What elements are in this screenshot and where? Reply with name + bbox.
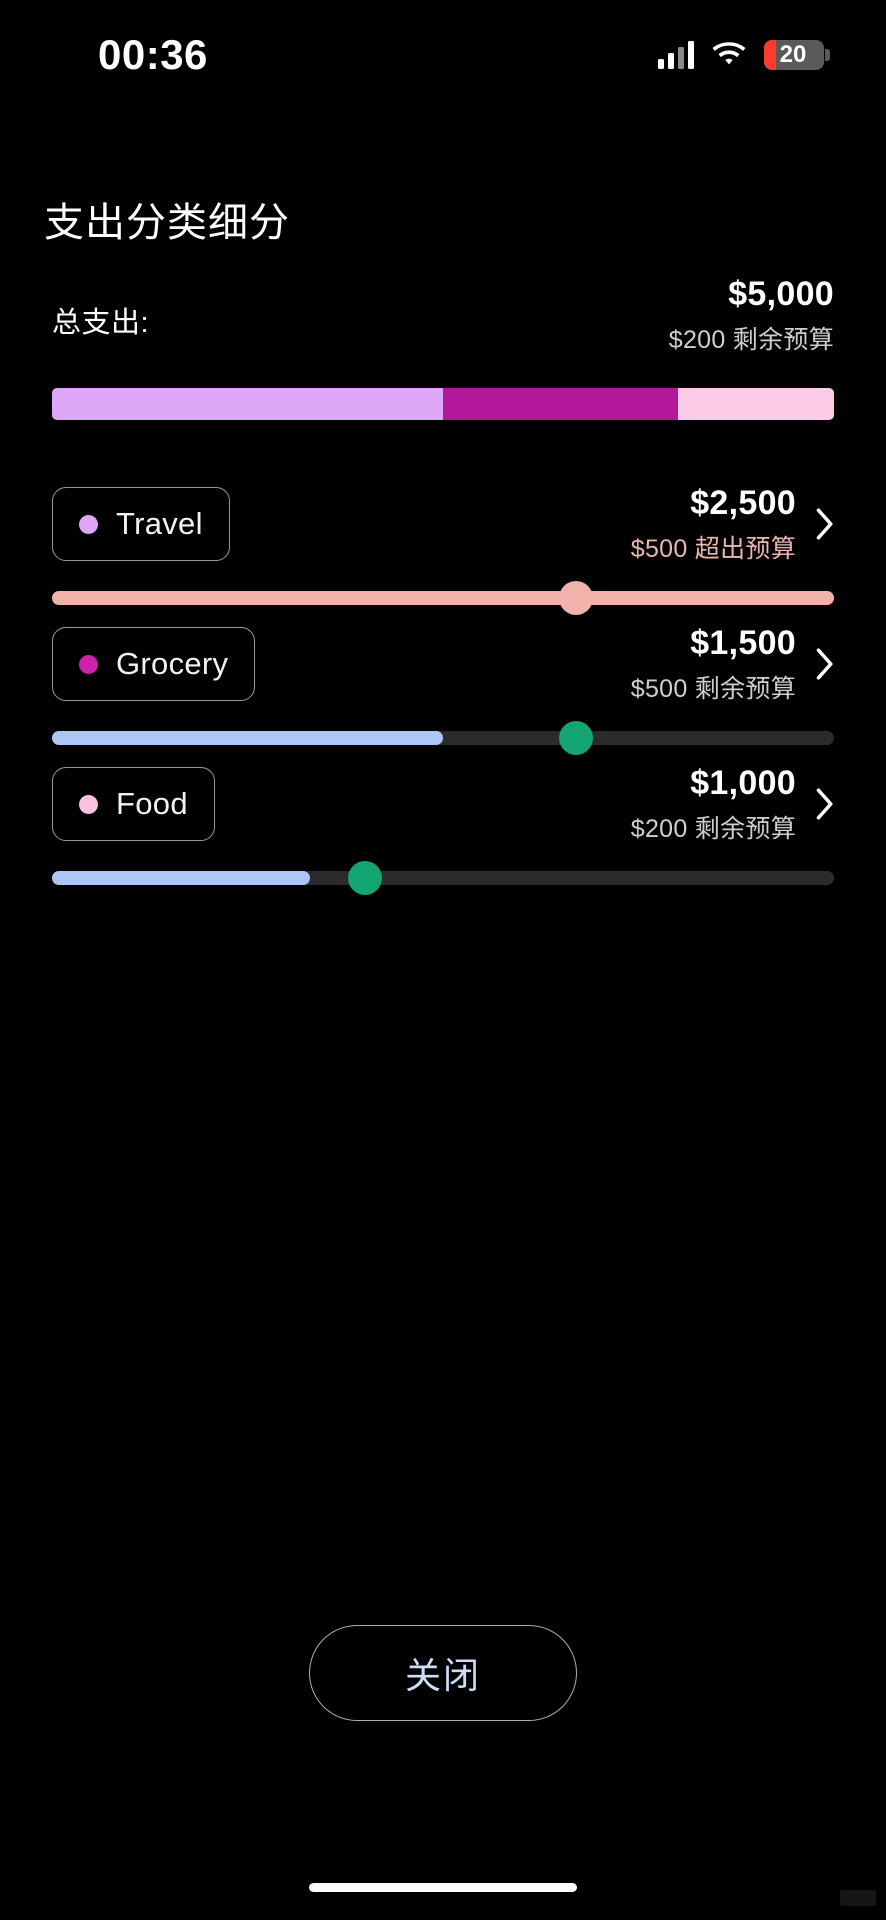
home-indicator[interactable] bbox=[309, 1883, 577, 1892]
category-slider-food[interactable] bbox=[52, 856, 834, 900]
breakdown-segment-grocery bbox=[443, 388, 678, 420]
category-amount: $1,000 bbox=[690, 764, 796, 803]
wifi-icon bbox=[712, 42, 746, 65]
page-title: 支出分类细分 bbox=[44, 201, 290, 245]
slider-thumb[interactable] bbox=[558, 581, 593, 615]
total-expenses-values: $5,000 $200 剩余预算 bbox=[669, 275, 834, 356]
status-bar-icons: 20 bbox=[658, 40, 830, 70]
breakdown-segment-travel bbox=[52, 388, 443, 420]
chevron-right-icon[interactable] bbox=[816, 788, 834, 820]
category-slider-travel[interactable] bbox=[52, 576, 834, 620]
category-header[interactable]: Grocery $1,500 $500 剩余预算 bbox=[52, 618, 834, 710]
category-amounts: $1,000 $200 剩余预算 bbox=[631, 763, 796, 845]
expense-breakdown-screen: 00:36 20 支出分类细分 总支出: $5,000 $200 剩余预算 Tr… bbox=[0, 0, 886, 1920]
slider-fill bbox=[52, 871, 311, 885]
category-row-food[interactable]: Food $1,000 $200 剩余预算 bbox=[52, 758, 834, 900]
category-color-dot-icon bbox=[79, 654, 98, 674]
battery-level-label: 20 bbox=[779, 41, 807, 68]
category-values[interactable]: $2,500 $500 超出预算 bbox=[631, 483, 834, 565]
slider-thumb[interactable] bbox=[558, 721, 593, 755]
category-amounts: $1,500 $500 剩余预算 bbox=[631, 623, 796, 705]
watermark bbox=[840, 1890, 876, 1906]
category-values[interactable]: $1,500 $500 剩余预算 bbox=[631, 623, 834, 705]
category-chip-label: Food bbox=[116, 786, 188, 821]
category-values[interactable]: $1,000 $200 剩余预算 bbox=[631, 763, 834, 845]
total-expenses-amount: $5,000 bbox=[728, 275, 834, 313]
category-slider-grocery[interactable] bbox=[52, 716, 834, 760]
total-expenses-remaining: $200 剩余预算 bbox=[668, 326, 834, 355]
status-bar-clock: 00:36 bbox=[98, 31, 208, 78]
category-chip-label: Grocery bbox=[116, 646, 229, 681]
category-header[interactable]: Food $1,000 $200 剩余预算 bbox=[52, 758, 834, 850]
status-bar: 00:36 20 bbox=[0, 0, 886, 110]
category-chip-travel[interactable]: Travel bbox=[52, 487, 230, 561]
total-expenses-row: 总支出: $5,000 $200 剩余预算 bbox=[52, 275, 834, 355]
chevron-right-icon[interactable] bbox=[816, 508, 834, 540]
battery-icon: 20 bbox=[764, 40, 830, 70]
slider-fill bbox=[52, 731, 443, 745]
battery-cap bbox=[825, 49, 830, 61]
breakdown-segment-food bbox=[677, 388, 834, 420]
expense-breakdown-bar bbox=[52, 388, 834, 420]
category-row-grocery[interactable]: Grocery $1,500 $500 剩余预算 bbox=[52, 618, 834, 760]
category-budget-status: $500 剩余预算 bbox=[630, 674, 796, 703]
category-amount: $1,500 bbox=[690, 624, 796, 663]
slider-thumb[interactable] bbox=[347, 861, 382, 895]
total-expenses-label: 总支出: bbox=[52, 307, 150, 339]
category-header[interactable]: Travel $2,500 $500 超出预算 bbox=[52, 478, 834, 570]
category-color-dot-icon bbox=[79, 514, 98, 534]
cellular-signal-icon bbox=[658, 41, 694, 69]
category-row-travel[interactable]: Travel $2,500 $500 超出预算 bbox=[52, 478, 834, 620]
category-budget-status: $500 超出预算 bbox=[630, 534, 796, 563]
slider-fill bbox=[52, 591, 834, 605]
category-amount: $2,500 bbox=[690, 484, 796, 523]
category-chip-label: Travel bbox=[116, 506, 203, 541]
category-chip-grocery[interactable]: Grocery bbox=[52, 627, 256, 701]
category-color-dot-icon bbox=[79, 794, 98, 814]
chevron-right-icon[interactable] bbox=[816, 648, 834, 680]
category-budget-status: $200 剩余预算 bbox=[630, 814, 796, 843]
close-button[interactable]: 关闭 bbox=[309, 1625, 577, 1721]
category-amounts: $2,500 $500 超出预算 bbox=[631, 483, 796, 565]
category-chip-food[interactable]: Food bbox=[52, 767, 215, 841]
